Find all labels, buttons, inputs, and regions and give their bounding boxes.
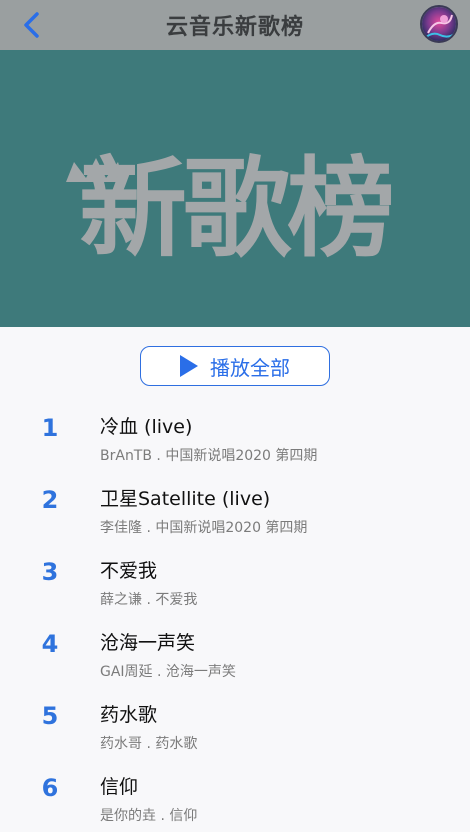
page-title: 云音乐新歌榜: [165, 15, 304, 40]
song-rank: 6: [41, 774, 59, 802]
play-all-button[interactable]: 播放全部: [140, 346, 330, 386]
back-button[interactable]: [18, 10, 46, 40]
song-rank: 2: [41, 486, 59, 514]
song-rank: 3: [41, 558, 59, 586]
avatar-image: [422, 7, 456, 41]
banner-title: 新歌榜: [78, 146, 395, 272]
song-rank: 5: [41, 702, 59, 730]
song-item-4[interactable]: 4 沧海一声笑 GAI周延 . 沧海一声笑: [0, 618, 470, 690]
play-all-label: 播放全部: [210, 355, 290, 380]
song-meta: 是你的垚 . 信仰: [100, 808, 198, 824]
banner: 新歌榜: [0, 50, 470, 327]
song-title: 药水歌: [100, 704, 158, 726]
song-rank: 1: [41, 414, 59, 442]
song-rank: 4: [41, 630, 59, 658]
song-item-2[interactable]: 2 卫星Satellite (live) 李佳隆 . 中国新说唱2020 第四期: [0, 474, 470, 546]
song-meta: GAI周延 . 沧海一声笑: [100, 664, 236, 680]
song-item-3[interactable]: 3 不爱我 薛之谦 . 不爱我: [0, 546, 470, 618]
song-title: 信仰: [100, 776, 139, 798]
song-list: 1 冷血 (live) BrAnTB . 中国新说唱2020 第四期 2 卫星S…: [0, 402, 470, 832]
play-icon: [180, 355, 198, 377]
song-title: 卫星Satellite (live): [100, 488, 271, 510]
top-bar: 云音乐新歌榜: [0, 0, 470, 50]
song-meta: 薛之谦 . 不爱我: [100, 592, 198, 608]
chevron-left-icon: [24, 12, 39, 38]
song-item-6[interactable]: 6 信仰 是你的垚 . 信仰: [0, 762, 470, 832]
song-meta: BrAnTB . 中国新说唱2020 第四期: [100, 448, 318, 464]
song-item-1[interactable]: 1 冷血 (live) BrAnTB . 中国新说唱2020 第四期: [0, 402, 470, 474]
song-meta: 李佳隆 . 中国新说唱2020 第四期: [100, 520, 308, 536]
song-meta: 药水哥 . 药水歌: [100, 736, 198, 752]
song-title: 不爱我: [100, 560, 158, 582]
user-avatar[interactable]: [420, 5, 458, 43]
song-item-5[interactable]: 5 药水歌 药水哥 . 药水歌: [0, 690, 470, 762]
song-title: 沧海一声笑: [100, 632, 196, 654]
song-title: 冷血 (live): [100, 416, 193, 438]
